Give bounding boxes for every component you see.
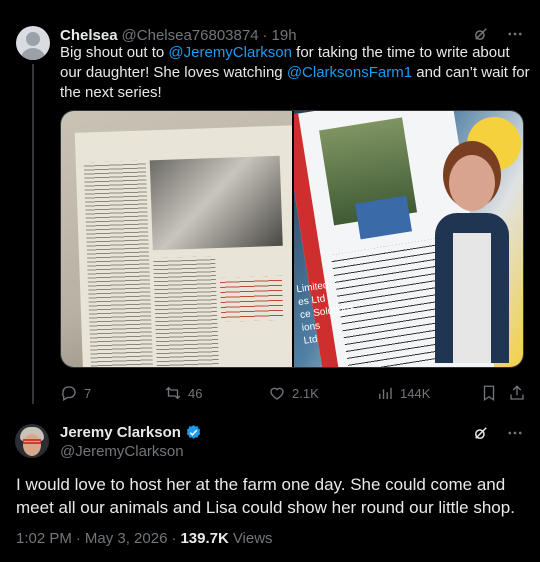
repost-count: 46: [188, 385, 203, 401]
newspaper-pull-quote: [219, 275, 284, 322]
main-handle[interactable]: @JeremyClarkson: [60, 443, 184, 460]
tweet-media-grid: Limited es Ltd ce Solutions ions Ltd: [60, 110, 524, 368]
thread-line: [32, 64, 34, 404]
main-author-name-row: Jeremy Clarkson: [60, 424, 202, 441]
view-count: 144K: [400, 385, 431, 401]
reply-text-segment: Big shout out to: [60, 44, 169, 61]
like-icon: [270, 387, 284, 400]
repost-icon: [165, 386, 181, 400]
verified-badge-icon[interactable]: [185, 424, 202, 441]
share-icon: [510, 385, 524, 400]
repost-button[interactable]: 46: [164, 384, 202, 402]
newspaper-photo: [149, 155, 283, 251]
grok-icon[interactable]: [472, 424, 490, 442]
grok-icon[interactable]: [472, 25, 490, 43]
avatar-face: [23, 434, 41, 456]
reply-header-icons: [472, 25, 524, 43]
newspaper-text-column: [83, 160, 154, 367]
views-button[interactable]: 144K: [376, 384, 430, 402]
main-tweet-text: I would love to host her at the farm one…: [16, 475, 515, 517]
magazine-side-text: Limited es Ltd ce Solutions ions Ltd: [295, 279, 355, 347]
person-face: [449, 155, 495, 211]
separator-dot: ·: [75, 530, 81, 547]
reply-handle[interactable]: @Chelsea76803874: [122, 27, 259, 44]
avatar-chelsea[interactable]: [16, 26, 50, 60]
share-button[interactable]: [508, 384, 526, 402]
like-button[interactable]: 2.1K: [268, 384, 319, 402]
main-tweet-views-count: 139.7K: [180, 530, 229, 547]
avatar-jeremy-clarkson[interactable]: [15, 424, 49, 458]
bookmark-icon: [483, 385, 495, 402]
magazine-card: [354, 195, 412, 240]
more-icon[interactable]: [506, 424, 524, 442]
more-icon[interactable]: [506, 25, 524, 43]
separator-dot: ·: [171, 530, 177, 547]
main-header-icons: [472, 424, 524, 442]
reply-icon: [62, 386, 76, 401]
separator-dot: ·: [262, 26, 268, 44]
views-icon: [379, 387, 392, 399]
default-avatar-body: [20, 48, 46, 60]
main-tweet-date[interactable]: May 3, 2026: [85, 530, 168, 547]
mention-jeremyclarkson[interactable]: @JeremyClarkson: [168, 44, 292, 61]
reply-tweet-header: Chelsea @Chelsea76803874 · 19h: [60, 25, 524, 45]
bookmark-button[interactable]: [480, 384, 498, 402]
person-apron: [453, 233, 491, 363]
reply-button[interactable]: 7: [60, 384, 91, 402]
like-count: 2.1K: [292, 385, 319, 401]
newspaper-column-photo[interactable]: [61, 111, 292, 367]
main-tweet-meta: 1:02 PM · May 3, 2026 · 139.7K Views: [16, 530, 273, 547]
newspaper-page: [74, 125, 292, 367]
default-avatar-head: [26, 32, 40, 46]
avatar-glasses: [23, 439, 41, 444]
reply-time[interactable]: 19h: [272, 27, 297, 44]
reply-count: 7: [84, 385, 92, 401]
person-photo: [431, 155, 513, 365]
mention-clarksonsfarm1[interactable]: @ClarksonsFarm1: [287, 64, 412, 81]
main-tweet-views-label: Views: [232, 530, 273, 547]
newspaper-text-column: [153, 256, 219, 367]
reply-tweet-text: Big shout out to @JeremyClarkson for tak…: [60, 43, 530, 103]
reply-display-name[interactable]: Chelsea: [60, 27, 118, 44]
reply-tweet-actions: 7 46 2.1K 144K: [60, 384, 526, 402]
main-tweet-time[interactable]: 1:02 PM: [16, 530, 72, 547]
magazine-article-photo[interactable]: Limited es Ltd ce Solutions ions Ltd: [294, 111, 523, 367]
main-display-name[interactable]: Jeremy Clarkson: [60, 424, 181, 441]
